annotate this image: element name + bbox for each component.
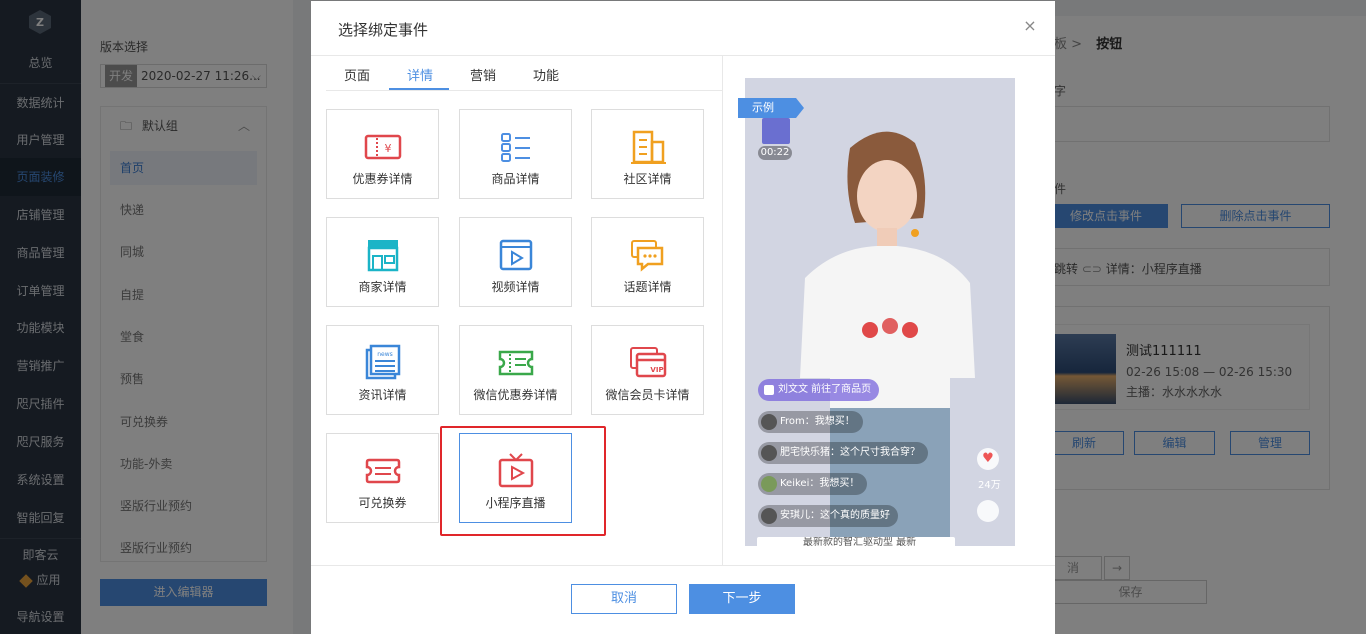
- chat-text: Keikei：我想买！: [780, 478, 860, 489]
- tab-divider: [326, 90, 722, 91]
- card-vip-card-detail[interactable]: VIP 微信会员卡详情: [591, 325, 704, 415]
- building-icon: [631, 130, 666, 164]
- example-tag: 示例: [738, 98, 804, 118]
- coupon-icon: ¥: [364, 134, 402, 160]
- card-coupon-detail[interactable]: ¥ 优惠券详情: [326, 109, 439, 199]
- chat-bubble: 肥宅快乐猪：这个尺寸我合穿？: [758, 442, 928, 464]
- card-label: 商家详情: [358, 280, 407, 294]
- card-label: 微信会员卡详情: [605, 388, 690, 402]
- modal-divider: [311, 55, 1055, 56]
- card-wechat-coupon-detail[interactable]: 微信优惠券详情: [459, 325, 572, 415]
- video-icon: [499, 239, 533, 271]
- cancel-button[interactable]: 取消: [571, 584, 677, 614]
- tab-indicator: [389, 88, 449, 90]
- chat-bubble: From：我想买！: [758, 411, 863, 433]
- card-community-detail[interactable]: 社区详情: [591, 109, 704, 199]
- card-label: 微信优惠券详情: [473, 388, 558, 402]
- chat-text: 肥宅快乐猪：这个尺寸我合穿？: [780, 447, 920, 458]
- card-label: 优惠券详情: [352, 172, 413, 186]
- chat-bubble: 安琪儿：这个真的质量好: [758, 505, 898, 527]
- heart-icon: ♥: [977, 448, 999, 470]
- tab-detail[interactable]: 详情: [407, 65, 433, 84]
- svg-text:VIP: VIP: [650, 366, 663, 374]
- selection-highlight: [440, 426, 606, 536]
- chat-text: 安琪儿：这个真的质量好: [780, 510, 890, 521]
- card-product-detail[interactable]: 商品详情: [459, 109, 572, 199]
- avatar: [761, 476, 777, 492]
- news-icon: news: [365, 344, 401, 380]
- vip-card-icon: VIP: [630, 347, 667, 378]
- svg-text:news: news: [377, 351, 393, 358]
- chat-icon: [631, 240, 664, 272]
- product-list-icon: [501, 133, 530, 162]
- modal-divider: [722, 56, 723, 566]
- modal-title: 选择绑定事件: [338, 21, 429, 39]
- comment-icon: [977, 500, 999, 522]
- tab-marketing[interactable]: 营销: [470, 65, 496, 84]
- close-icon[interactable]: ×: [1022, 18, 1038, 34]
- card-label: 商品详情: [491, 172, 540, 186]
- store-icon: [367, 240, 399, 272]
- card-video-detail[interactable]: 视频详情: [459, 217, 572, 307]
- modal-divider: [311, 565, 1055, 566]
- card-label: 话题详情: [623, 280, 672, 294]
- tab-page[interactable]: 页面: [344, 65, 370, 84]
- gift-icon: [762, 118, 790, 144]
- card-label: 资讯详情: [358, 388, 407, 402]
- chat-bubble: 刘文文 前往了商品页: [758, 379, 880, 401]
- card-voucher[interactable]: 可兑换券: [326, 433, 439, 523]
- bag-icon: [764, 385, 774, 395]
- card-news-detail[interactable]: news 资讯详情: [326, 325, 439, 415]
- card-merchant-detail[interactable]: 商家详情: [326, 217, 439, 307]
- wechat-coupon-icon: [498, 350, 534, 376]
- svg-text:¥: ¥: [385, 142, 392, 155]
- avatar: [761, 508, 777, 524]
- card-topic-detail[interactable]: 话题详情: [591, 217, 704, 307]
- card-label: 社区详情: [623, 172, 672, 186]
- avatar: [761, 445, 777, 461]
- next-button[interactable]: 下一步: [689, 584, 795, 614]
- chat-bubble: Keikei：我想买！: [758, 473, 868, 495]
- product-strip: 最新款的智汇驱动型 最新: [757, 537, 955, 549]
- timer: 00:22: [758, 146, 792, 160]
- like-count: 24万: [978, 480, 1001, 491]
- chat-text: From：我想买！: [780, 416, 855, 427]
- card-label: 可兑换券: [358, 496, 407, 510]
- chat-text: 刘文文 前往了商品页: [778, 384, 872, 395]
- avatar: [761, 414, 777, 430]
- tab-function[interactable]: 功能: [533, 65, 559, 84]
- voucher-icon: [365, 458, 401, 484]
- app: Z 总览 数据统计 用户管理 页面装修 店铺管理 商品管理 订单管理 功能模块 …: [0, 0, 1366, 634]
- card-label: 视频详情: [491, 280, 540, 294]
